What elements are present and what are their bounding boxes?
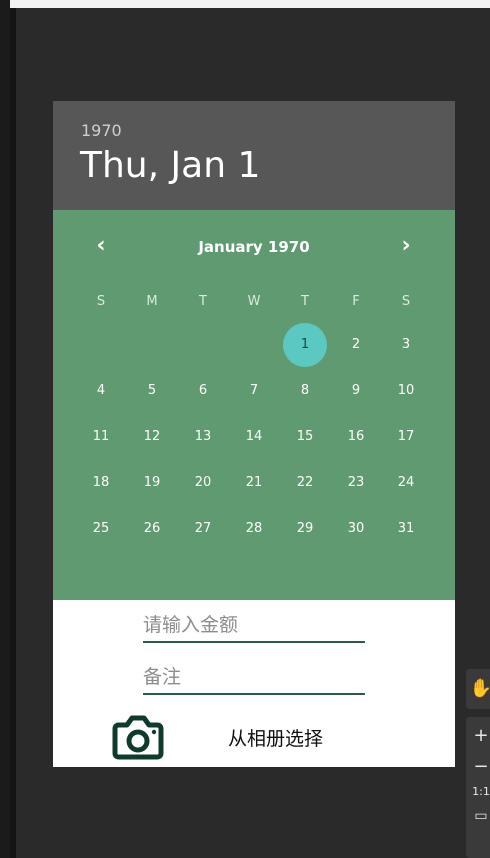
note-input[interactable]: [143, 663, 363, 691]
day-cell[interactable]: 22: [283, 461, 327, 505]
note-field[interactable]: [143, 663, 365, 695]
day-cell[interactable]: 26: [130, 507, 174, 551]
day-cell[interactable]: 13: [181, 415, 225, 459]
day-cell[interactable]: 17: [384, 415, 428, 459]
day-cell[interactable]: 14: [232, 415, 276, 459]
day-cell[interactable]: 27: [181, 507, 225, 551]
day-cell[interactable]: 23: [334, 461, 378, 505]
date-picker-header: 1970 Thu, Jan 1: [53, 101, 455, 210]
weekday-tuesday: T: [199, 294, 207, 309]
day-cell[interactable]: 4: [79, 369, 123, 413]
weekday-monday: M: [146, 294, 158, 309]
day-cell[interactable]: 19: [130, 461, 174, 505]
date-picker-dialog: 1970 Thu, Jan 1 ‹ January 1970 › S M T W…: [53, 101, 455, 767]
day-cell[interactable]: 16: [334, 415, 378, 459]
day-cell[interactable]: 18: [79, 461, 123, 505]
day-cell[interactable]: 3: [384, 323, 428, 367]
weekday-sunday: S: [96, 294, 106, 309]
weekday-wednesday: W: [247, 294, 261, 309]
zoom-toolbar: + − 1:1 ▭: [466, 717, 490, 858]
day-cell[interactable]: 11: [79, 415, 123, 459]
day-cell[interactable]: 30: [334, 507, 378, 551]
day-cell[interactable]: 28: [232, 507, 276, 551]
selected-date-title[interactable]: Thu, Jan 1: [80, 145, 260, 186]
day-cell[interactable]: 8: [283, 369, 327, 413]
choose-from-album-button[interactable]: 从相册选择: [228, 724, 323, 751]
day-cell[interactable]: 15: [283, 415, 327, 459]
day-cell[interactable]: 6: [181, 369, 225, 413]
day-cell[interactable]: 2: [334, 323, 378, 367]
day-cell[interactable]: 12: [130, 415, 174, 459]
day-cell[interactable]: 29: [283, 507, 327, 551]
weekday-saturday: S: [401, 294, 411, 309]
day-cell[interactable]: 9: [334, 369, 378, 413]
day-cell[interactable]: 7: [232, 369, 276, 413]
amount-field[interactable]: [143, 611, 365, 643]
day-cell[interactable]: 10: [384, 369, 428, 413]
weekday-friday: F: [352, 294, 360, 309]
calendar-grid: ‹ January 1970 › S M T W T F S 123456789…: [53, 210, 455, 600]
day-cell[interactable]: 20: [181, 461, 225, 505]
day-cell[interactable]: 24: [384, 461, 428, 505]
day-cell[interactable]: 25: [79, 507, 123, 551]
weekday-thursday: T: [301, 294, 309, 309]
amount-input[interactable]: [143, 611, 363, 639]
window-left-border: [10, 8, 16, 858]
day-cell[interactable]: 1: [283, 323, 327, 367]
day-cell[interactable]: 31: [384, 507, 428, 551]
zoom-out-button[interactable]: −: [466, 756, 490, 777]
camera-icon[interactable]: [111, 713, 165, 761]
window-top-edge: [0, 0, 490, 8]
selected-year[interactable]: 1970: [81, 121, 122, 140]
day-cell[interactable]: 5: [130, 369, 174, 413]
hand-tool-icon[interactable]: ✋: [466, 669, 490, 709]
day-cell[interactable]: 21: [232, 461, 276, 505]
actual-size-button[interactable]: 1:1: [466, 785, 490, 798]
next-month-icon[interactable]: ›: [394, 234, 418, 258]
fit-frame-icon[interactable]: ▭: [466, 808, 490, 824]
window-left-edge: [0, 0, 10, 858]
zoom-in-button[interactable]: +: [466, 725, 490, 746]
